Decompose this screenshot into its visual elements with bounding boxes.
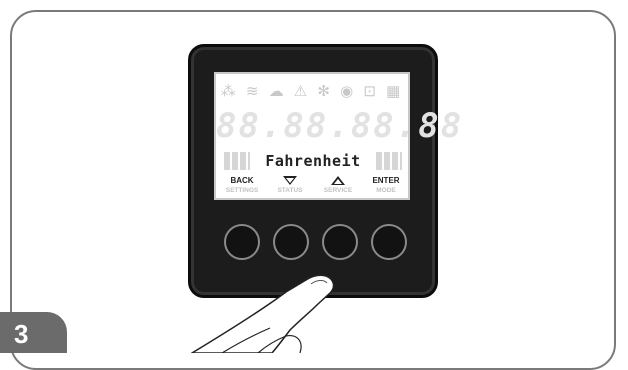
enter-mode-button[interactable] bbox=[371, 224, 407, 260]
button-labels: BACK SETTINGS STATUS SERVICE ENTER MODE bbox=[216, 176, 408, 200]
label-back-settings: BACK SETTINGS bbox=[218, 176, 266, 195]
label-status: STATUS bbox=[266, 176, 314, 195]
triangle-down-icon bbox=[283, 176, 297, 185]
status-icons-row: ⁂ ≋ ☁ ⚠ ✻ ◉ ⊡ ▦ bbox=[216, 82, 408, 100]
label-mode: MODE bbox=[376, 187, 396, 194]
service-button[interactable] bbox=[322, 224, 358, 260]
label-enter: ENTER bbox=[372, 176, 400, 185]
status-button[interactable] bbox=[273, 224, 309, 260]
triangle-up-icon bbox=[331, 176, 345, 185]
mode-label: Fahrenheit bbox=[250, 152, 376, 170]
label-service: SERVICE bbox=[314, 176, 362, 195]
text-field-row: Fahrenheit bbox=[224, 152, 402, 170]
label-back: BACK bbox=[230, 176, 254, 185]
label-service-text: SERVICE bbox=[323, 187, 353, 194]
label-settings: SETTINGS bbox=[225, 187, 259, 194]
lcd-display: ⁂ ≋ ☁ ⚠ ✻ ◉ ⊡ ▦ 88.88.88.88 Fahrenheit B… bbox=[214, 72, 464, 200]
label-enter-mode: ENTER MODE bbox=[362, 176, 410, 195]
segment-display: 88.88.88.88 bbox=[216, 106, 464, 146]
label-status-text: STATUS bbox=[277, 187, 303, 194]
step-number-badge: 3 bbox=[0, 312, 67, 353]
status-icons: ⁂ ≋ ☁ ⚠ ✻ ◉ ⊡ ▦ bbox=[220, 83, 404, 100]
back-settings-button[interactable] bbox=[224, 224, 260, 260]
